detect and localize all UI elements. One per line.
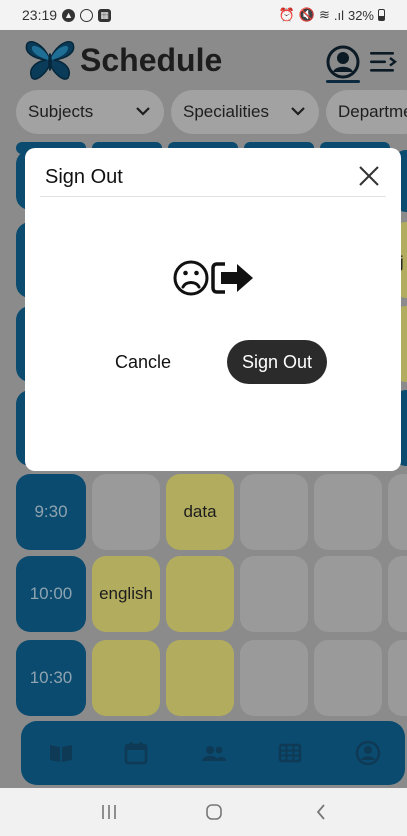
close-icon[interactable] [355, 162, 383, 190]
app-a-icon: ▲ [62, 8, 76, 22]
filter-chips: Subjects Specialities Departme [0, 90, 407, 136]
grid-cell[interactable] [240, 556, 308, 632]
grid-cell[interactable] [166, 640, 234, 716]
grid-cell[interactable] [388, 640, 407, 716]
menu-icon[interactable] [368, 50, 398, 74]
time-cell: 10:00 [16, 556, 86, 632]
time-label: 10:30 [29, 668, 73, 687]
account-icon[interactable] [354, 739, 382, 767]
sad-face-icon [173, 260, 209, 296]
cancel-button[interactable]: Cancle [105, 342, 181, 382]
calendar-icon[interactable] [122, 739, 150, 767]
app-title: Schedule [80, 42, 223, 78]
alarm-icon: ⏰ [278, 7, 295, 22]
grid-cell[interactable] [388, 556, 407, 632]
time-label: 10:00 [29, 584, 73, 603]
grid-cell[interactable] [240, 640, 308, 716]
grid-cell[interactable] [314, 640, 382, 716]
sad-sign-out-illustration [173, 260, 253, 296]
bottom-nav [21, 721, 405, 785]
time-cell: 10:30 [16, 640, 86, 716]
dialog-divider [40, 196, 386, 197]
wifi-icon: ≋ [318, 7, 330, 22]
butterfly-logo-icon [25, 40, 75, 80]
departments-filter[interactable]: Departme [326, 90, 407, 134]
departments-filter-label: Departme [338, 102, 407, 121]
subjects-filter[interactable]: Subjects [16, 90, 164, 134]
time-cell: 9:30 [16, 474, 86, 550]
specialities-filter-label: Specialities [183, 102, 269, 121]
app-header: Schedule [0, 30, 407, 90]
sign-out-button[interactable]: Sign Out [227, 340, 327, 384]
signal-icon: .ıl [333, 7, 344, 23]
back-icon[interactable] [312, 802, 332, 822]
instagram-icon [80, 8, 94, 22]
specialities-filter[interactable]: Specialities [171, 90, 319, 134]
grid-cell[interactable] [388, 474, 407, 550]
app-screen: 23:19 ▲ ▦ ⏰ 🔇 ≋ .ıl 32% Schedule Subject… [0, 0, 407, 836]
grid-cell[interactable] [314, 556, 382, 632]
grid-cell[interactable]: data [166, 474, 234, 550]
battery-icon [378, 9, 385, 21]
subjects-book-icon[interactable] [47, 739, 75, 767]
gallery-icon: ▦ [98, 8, 112, 22]
time-label: 9:30 [34, 502, 68, 521]
grid-cell[interactable] [92, 474, 160, 550]
grid-cell[interactable]: english [92, 556, 160, 632]
battery-percent: 32% [347, 7, 374, 23]
recent-apps-icon[interactable] [99, 802, 119, 822]
people-icon[interactable] [200, 739, 228, 767]
system-nav-bar [0, 788, 407, 836]
profile-icon[interactable] [325, 44, 361, 80]
table-icon[interactable] [276, 739, 304, 767]
status-time: 23:19 [22, 7, 58, 23]
profile-active-indicator [326, 80, 360, 83]
status-bar: 23:19 ▲ ▦ ⏰ 🔇 ≋ .ıl 32% [0, 0, 407, 30]
subjects-filter-label: Subjects [28, 102, 94, 121]
grid-cell[interactable] [166, 556, 234, 632]
cell-subject-label: data [183, 502, 217, 521]
sign-out-dialog: Sign Out Cancle Sign Out [25, 148, 401, 471]
mute-icon: 🔇 [298, 7, 315, 22]
sign-out-icon [211, 262, 253, 294]
chevron-down-icon [136, 107, 150, 116]
grid-cell[interactable] [240, 474, 308, 550]
dialog-title: Sign Out [45, 166, 123, 188]
grid-cell[interactable] [314, 474, 382, 550]
home-icon[interactable] [204, 802, 224, 822]
chevron-down-icon [291, 107, 305, 116]
grid-cell[interactable] [92, 640, 160, 716]
cell-subject-label: english [99, 584, 153, 603]
